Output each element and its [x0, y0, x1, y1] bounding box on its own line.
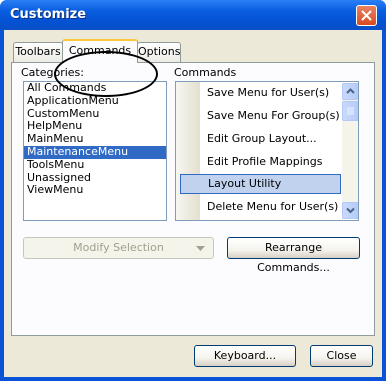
tab-toolbars[interactable]: Toolbars: [13, 42, 63, 62]
list-item[interactable]: ViewMenu: [24, 184, 166, 197]
rearrange-commands-button[interactable]: Rearrange Commands...: [227, 237, 360, 274]
close-icon: [361, 10, 372, 21]
list-item[interactable]: ToolsMenu: [24, 158, 166, 172]
command-item-selected[interactable]: Layout Utility: [180, 174, 341, 194]
button-label: Modify Selection: [73, 241, 164, 254]
grip-icon: [347, 107, 354, 115]
scroll-thumb[interactable]: [342, 101, 358, 121]
annotation-circle: [54, 51, 158, 97]
list-item[interactable]: ApplicationMenu: [24, 94, 166, 108]
list-item-selected[interactable]: MaintenanceMenu: [24, 145, 166, 159]
chevron-down-icon: [346, 207, 355, 214]
dropdown-arrow-icon: [196, 246, 205, 251]
keyboard-button[interactable]: Keyboard...: [194, 345, 296, 367]
dialog-client: Toolbars Commands Options Categories: Co…: [4, 30, 382, 377]
scroll-down-button[interactable]: [342, 202, 358, 219]
title-bar[interactable]: Customize: [0, 0, 386, 30]
scroll-up-button[interactable]: [342, 83, 358, 100]
tab-label: Options: [138, 45, 181, 58]
commands-label: Commands: [174, 66, 237, 79]
command-item[interactable]: Save Menu for User(s): [180, 83, 341, 103]
command-item[interactable]: Delete Menu for User(s): [180, 197, 341, 217]
command-item[interactable]: Save Menu For Group(s): [180, 106, 341, 126]
window-title: Customize: [10, 7, 87, 22]
commands-scrollbar[interactable]: [342, 83, 358, 219]
tab-label: Toolbars: [15, 45, 61, 58]
customize-window: Customize Toolbars Commands Options Cate…: [0, 0, 386, 381]
button-label: Keyboard...: [213, 349, 277, 362]
command-item[interactable]: Edit Group Layout...: [180, 129, 341, 149]
commands-list[interactable]: Save Menu for User(s) Save Menu For Grou…: [175, 81, 359, 221]
close-window-button[interactable]: [356, 5, 377, 26]
command-item[interactable]: Edit Profile Mappings: [180, 152, 341, 172]
chevron-up-icon: [346, 88, 355, 94]
button-label: Rearrange Commands...: [257, 241, 330, 274]
tab-panel: Categories: Commands All Commands Applic…: [11, 62, 375, 336]
close-button[interactable]: Close: [310, 345, 373, 367]
modify-selection-button[interactable]: Modify Selection: [23, 237, 214, 259]
button-label: Close: [326, 349, 357, 362]
categories-list[interactable]: All Commands ApplicationMenu CustomMenu …: [23, 81, 167, 221]
